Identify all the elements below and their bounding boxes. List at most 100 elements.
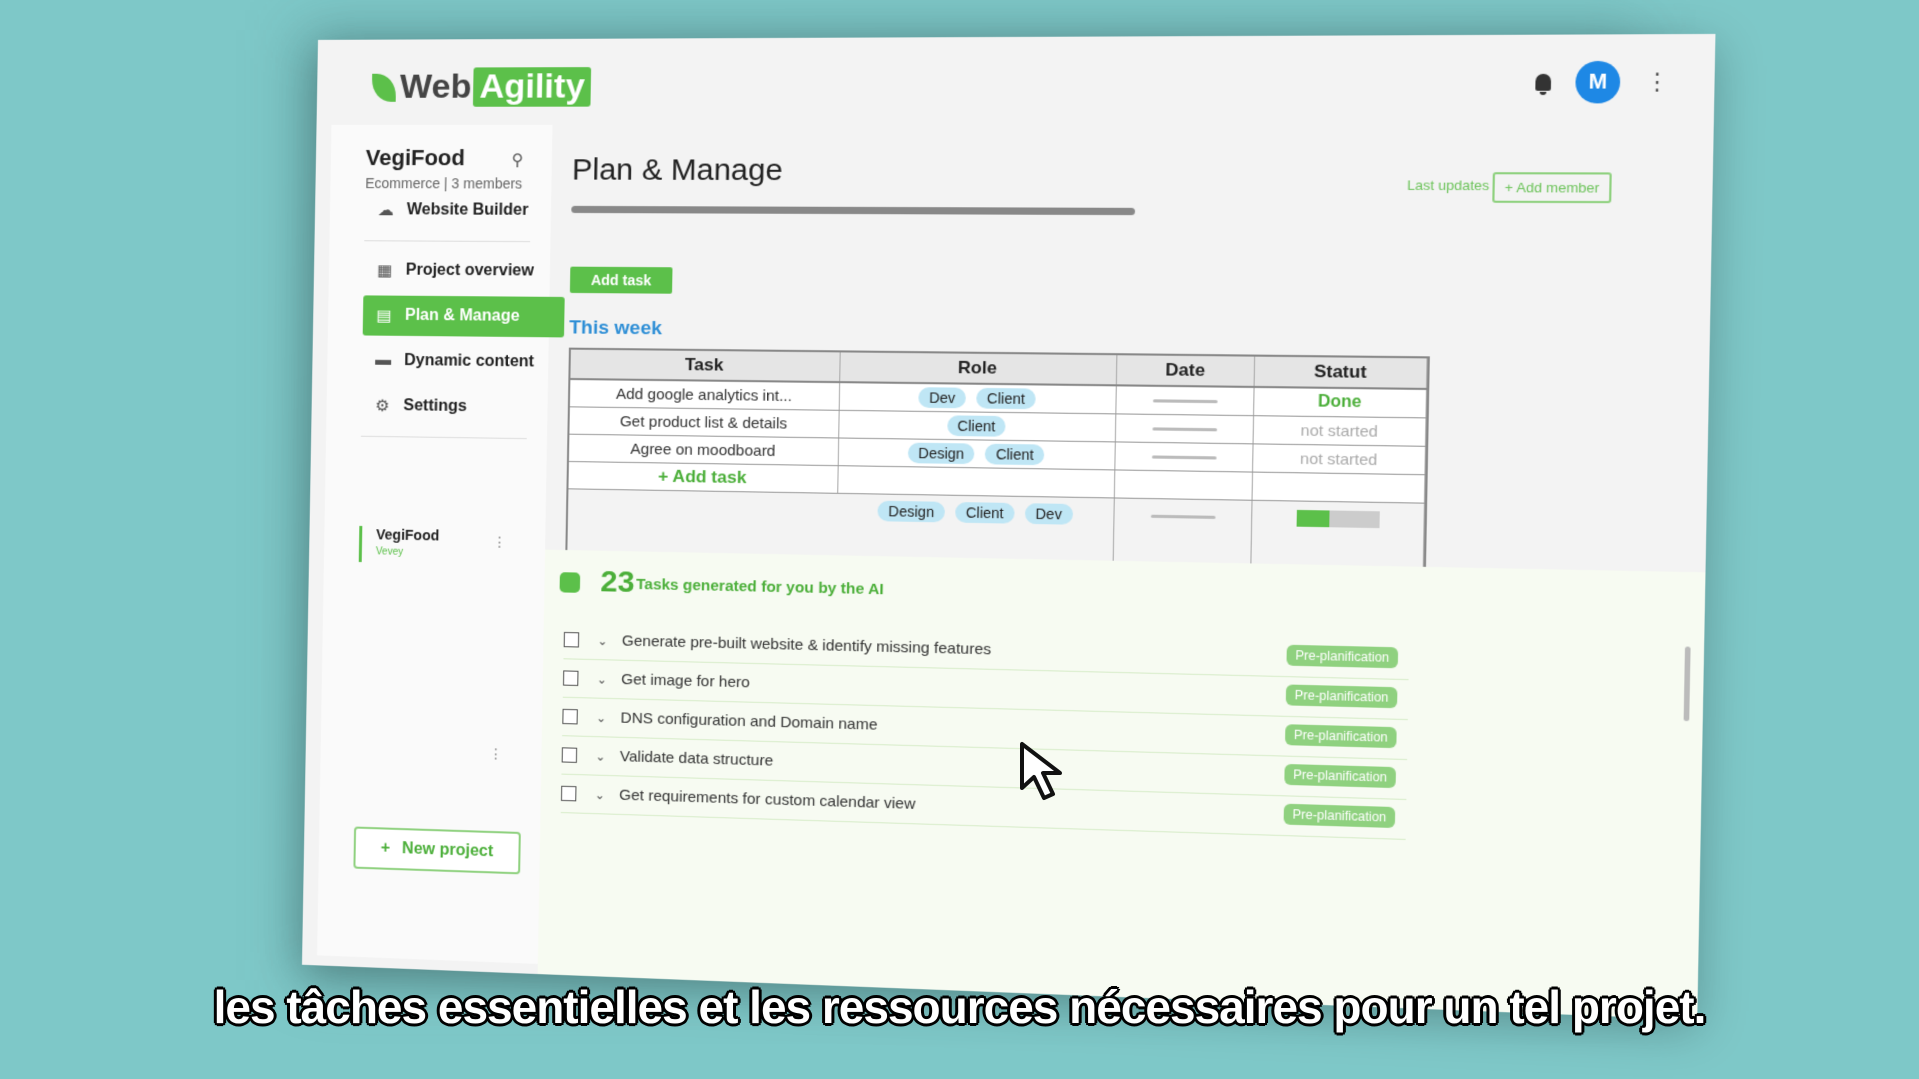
add-task-button[interactable]: Add task [569, 266, 673, 294]
task-cell[interactable]: Get product list & details [569, 407, 840, 438]
project-options-icon[interactable]: ⋮ [492, 533, 506, 550]
summary-status [1251, 500, 1425, 569]
sidebar: VegiFood Ecommerce | 3 members ⚲ ☁ Websi… [317, 124, 565, 964]
sidebar-item-label: Project overview [405, 261, 535, 280]
task-checkbox[interactable] [560, 785, 577, 802]
status-cell[interactable]: not started [1253, 444, 1426, 475]
progress-fill [1296, 509, 1330, 528]
role-chip[interactable]: Design [907, 442, 975, 465]
project-name: VegiFood [365, 144, 466, 171]
sidebar-item-project-overview[interactable]: ▦ Project overview [363, 250, 565, 292]
role-cell: Client [839, 410, 1117, 442]
ai-task-label: Tasks generated for you by the AI [636, 575, 884, 599]
sidebar-item-settings[interactable]: ⚙ Settings [361, 386, 563, 429]
user-avatar[interactable]: M [1575, 60, 1621, 104]
ai-task-text: DNS configuration and Domain name [620, 709, 878, 734]
status-cell[interactable]: not started [1253, 416, 1427, 446]
app-window: Web Agility M ⋮ VegiFood Ecommerce | 3 m… [301, 33, 1716, 1020]
task-checkbox[interactable] [561, 747, 578, 763]
page-title: Plan & Manage [571, 153, 784, 188]
last-updates-link[interactable]: Last updates [1407, 177, 1489, 193]
tasks-table: Task Role Date Statut Add google analyti… [565, 347, 1430, 572]
calendar-icon: ▤ [376, 307, 392, 325]
add-member-button[interactable]: + Add member [1492, 172, 1612, 204]
summary-date [1113, 498, 1253, 566]
date-cell[interactable] [1115, 442, 1254, 472]
webagility-logo[interactable]: Web Agility [371, 67, 592, 107]
bell-icon[interactable] [1535, 73, 1552, 91]
top-bar: Web Agility M ⋮ [316, 33, 1716, 125]
section-title: This week [569, 317, 663, 340]
sidebar-project-item[interactable]: VegiFood Vevey [358, 525, 440, 564]
status-label: Done [1317, 392, 1362, 412]
sidebar-options-icon[interactable]: ⋮ [489, 745, 503, 763]
gear-icon: ⚙ [375, 397, 390, 416]
top-actions: M ⋮ [1535, 60, 1670, 104]
role-chip[interactable]: Design [877, 500, 945, 523]
role-chip[interactable]: Client [985, 443, 1045, 466]
main-content: Plan & Manage Last updates + Add member … [537, 125, 1714, 1020]
sidebar-item-label: Settings [403, 397, 467, 416]
ai-icon [559, 572, 581, 593]
column-header-task: Task [570, 349, 841, 382]
task-cell[interactable]: Add google analytics int... [569, 380, 841, 410]
ai-task-list: ⌄ Generate pre-built website & identify … [560, 620, 1410, 840]
phase-badge: Pre-planification [1284, 763, 1396, 789]
status-cell[interactable]: Done [1254, 387, 1428, 418]
sidebar-item-dynamic-content[interactable]: ▬ Dynamic content [362, 340, 564, 382]
task-checkbox[interactable] [562, 670, 579, 686]
phase-badge: Pre-planification [1285, 684, 1398, 709]
ai-task-text: Validate data structure [619, 747, 774, 770]
date-placeholder [1150, 514, 1215, 519]
new-project-label: New project [401, 840, 494, 861]
ai-task-count: 23 [600, 564, 635, 600]
date-cell[interactable] [1115, 414, 1255, 444]
sidebar-item-plan-manage[interactable]: ▤ Plan & Manage [362, 295, 565, 338]
sidebar-item-website-builder[interactable]: ☁ Website Builder [364, 190, 566, 231]
search-icon[interactable]: ⚲ [511, 150, 523, 170]
project-subtitle: Ecommerce | 3 members [365, 175, 523, 192]
role-chip[interactable]: Dev [1024, 503, 1073, 525]
sidebar-item-label: Plan & Manage [404, 306, 520, 325]
logo-agility-text: Agility [473, 67, 592, 107]
role-chip[interactable]: Client [955, 501, 1015, 524]
ai-task-text: Generate pre-built website & identify mi… [621, 632, 992, 659]
status-label: not started [1299, 449, 1378, 469]
status-label: not started [1300, 421, 1379, 441]
date-placeholder [1152, 398, 1218, 403]
new-project-button[interactable]: + New project [353, 826, 521, 875]
chevron-down-icon[interactable]: ⌄ [597, 672, 608, 686]
column-header-date: Date [1116, 355, 1256, 386]
ai-task-text: Get image for hero [621, 670, 750, 692]
cloud-icon: ☁ [377, 202, 394, 220]
logo-web-text: Web [399, 67, 472, 106]
video-subtitle: les tâches essentielles et les ressource… [213, 981, 1707, 1033]
chevron-down-icon[interactable]: ⌄ [595, 787, 606, 802]
sidebar-project-name: VegiFood [376, 526, 440, 544]
empty-cell [838, 466, 1116, 498]
date-placeholder [1151, 454, 1217, 459]
plus-icon: + [380, 839, 391, 857]
date-cell[interactable] [1116, 386, 1255, 416]
task-cell[interactable]: Agree on moodboard [568, 434, 840, 466]
column-header-role: Role [840, 352, 1118, 385]
empty-cell [1114, 470, 1254, 500]
sidebar-project-location: Vevey [375, 546, 404, 558]
more-options-icon[interactable]: ⋮ [1645, 68, 1670, 95]
role-cell: Design Client [838, 438, 1116, 470]
role-chip[interactable]: Client [976, 387, 1036, 410]
sidebar-item-label: Dynamic content [404, 351, 535, 371]
chevron-down-icon[interactable]: ⌄ [595, 749, 606, 763]
role-chip[interactable]: Dev [918, 387, 967, 409]
chevron-down-icon[interactable]: ⌄ [596, 710, 607, 724]
chevron-down-icon[interactable]: ⌄ [597, 633, 608, 647]
sidebar-divider [364, 240, 531, 243]
phase-badge: Pre-planification [1286, 644, 1399, 669]
empty-cell [567, 489, 838, 557]
folder-icon: ▬ [375, 351, 392, 369]
task-checkbox[interactable] [562, 708, 578, 725]
scrollbar[interactable] [1683, 646, 1691, 722]
role-chip[interactable]: Client [946, 415, 1007, 437]
add-task-inline[interactable]: + Add task [568, 462, 839, 493]
task-checkbox[interactable] [563, 631, 580, 648]
